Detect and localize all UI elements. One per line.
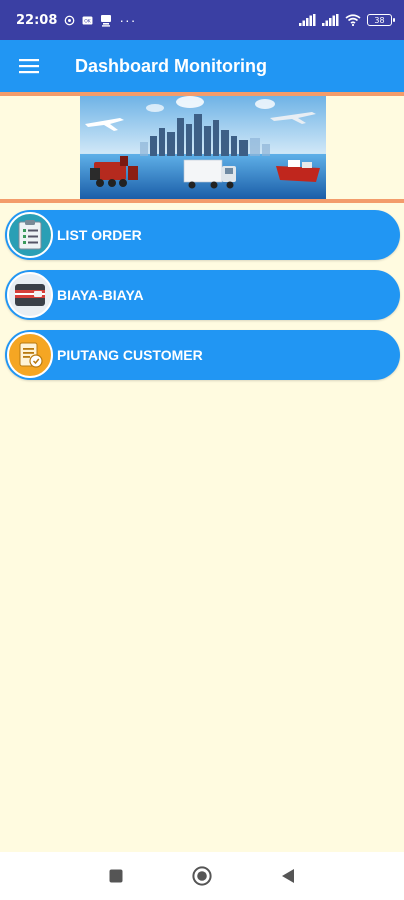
- signal-icon: [299, 14, 316, 26]
- status-more: ···: [119, 12, 137, 28]
- whatsapp-icon: [64, 15, 75, 26]
- download-icon: [100, 14, 112, 27]
- battery-level: 38: [374, 15, 385, 25]
- logistics-city-banner: [80, 96, 326, 199]
- biaya-biaya-label: BIAYA-BIAYA: [57, 287, 144, 303]
- invoice-icon: [7, 332, 53, 378]
- status-bar: 22:08 OK ··· 38: [0, 0, 404, 40]
- list-order-label: LIST ORDER: [57, 227, 142, 243]
- wallet-icon: [7, 272, 53, 318]
- list-order-button[interactable]: LIST ORDER: [5, 210, 400, 260]
- sim-card-icon: OK: [82, 15, 93, 25]
- page-title: Dashboard Monitoring: [75, 55, 267, 76]
- wifi-icon: [345, 14, 361, 26]
- status-time: 22:08: [16, 12, 58, 28]
- hamburger-menu-icon[interactable]: [0, 40, 58, 92]
- recents-square-icon[interactable]: [106, 866, 126, 886]
- battery-icon: 38: [367, 14, 395, 26]
- accent-divider-bottom: [0, 199, 404, 203]
- app-bar: Dashboard Monitoring: [0, 40, 404, 92]
- piutang-customer-label: PIUTANG CUSTOMER: [57, 347, 203, 363]
- back-triangle-icon[interactable]: [278, 866, 298, 886]
- biaya-biaya-button[interactable]: BIAYA-BIAYA: [5, 270, 400, 320]
- clipboard-list-icon: [7, 212, 53, 258]
- home-circle-icon[interactable]: [192, 866, 212, 886]
- banner-area: [0, 96, 404, 200]
- system-nav-bar: [0, 852, 404, 900]
- svg-text:OK: OK: [85, 18, 93, 24]
- piutang-customer-button[interactable]: PIUTANG CUSTOMER: [5, 330, 400, 380]
- signal-icon: [322, 14, 339, 26]
